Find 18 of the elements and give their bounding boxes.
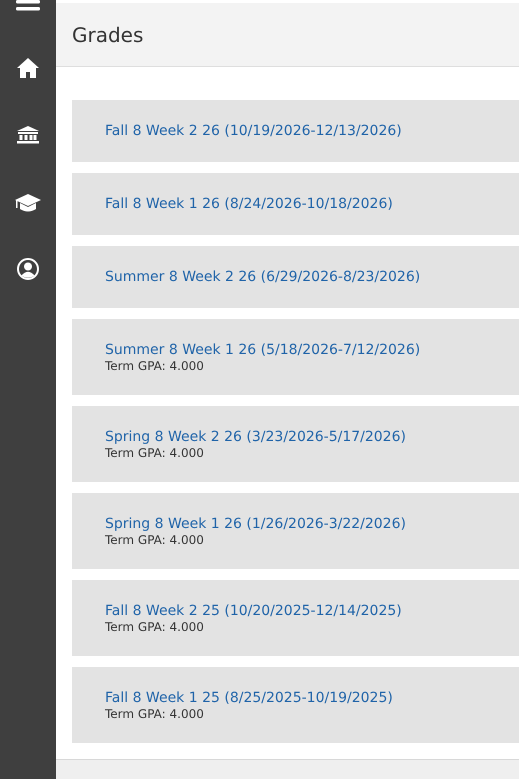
graduation-cap-icon[interactable]	[15, 194, 41, 212]
term-link[interactable]: Fall 8 Week 1 26 (8/24/2026-10/18/2026)	[105, 195, 519, 213]
term-link[interactable]: Fall 8 Week 2 26 (10/19/2026-12/13/2026)	[105, 122, 519, 140]
term-link[interactable]: Spring 8 Week 1 26 (1/26/2026-3/22/2026)	[105, 514, 519, 532]
term-gpa: Term GPA: 4.000	[105, 358, 204, 374]
term-link[interactable]: Spring 8 Week 2 26 (3/23/2026-5/17/2026)	[105, 428, 519, 446]
bank-icon[interactable]	[17, 126, 39, 144]
home-icon[interactable]	[17, 58, 39, 78]
term-link[interactable]: Summer 8 Week 1 26 (5/18/2026-7/12/2026)	[105, 340, 519, 358]
term-gpa: Term GPA: 4.000	[105, 706, 204, 722]
page-title: Grades	[72, 22, 144, 48]
term-gpa: Term GPA: 4.000	[105, 620, 204, 634]
term-link[interactable]: Fall 8 Week 2 25 (10/20/2025-12/14/2025)	[105, 602, 519, 620]
term-gpa: Term GPA: 4.000	[105, 532, 204, 548]
term-link[interactable]: Summer 8 Week 2 26 (6/29/2026-8/23/2026)	[105, 268, 519, 286]
user-icon[interactable]	[17, 258, 39, 280]
term-gpa: Term GPA: 4.000	[105, 446, 204, 460]
term-link[interactable]: Fall 8 Week 1 25 (8/25/2025-10/19/2025)	[105, 688, 519, 706]
